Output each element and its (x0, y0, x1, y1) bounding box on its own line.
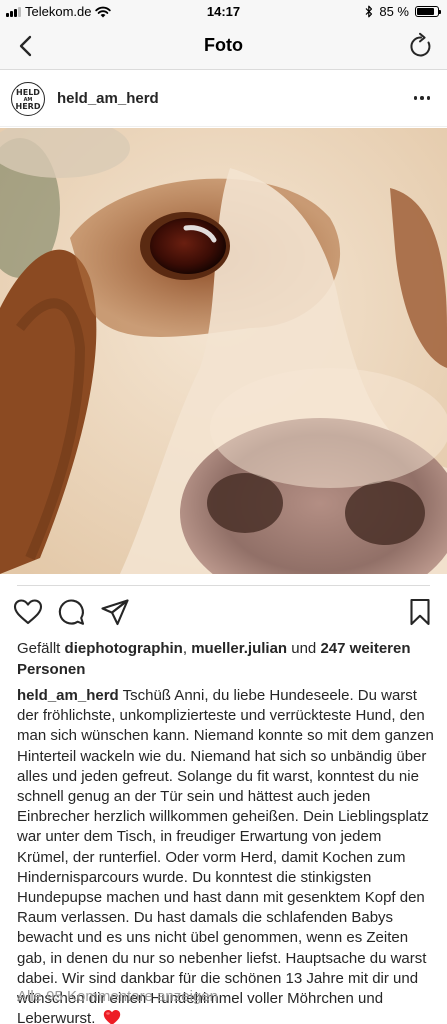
battery-icon (415, 6, 441, 17)
bluetooth-icon (365, 5, 373, 18)
battery-level (417, 8, 434, 15)
paper-plane-icon[interactable] (100, 597, 130, 627)
photo-divider (17, 585, 430, 586)
likes-separator: , (182, 640, 192, 657)
status-right: 85 % (365, 4, 441, 19)
caption-text: Tschüß Anni, du liebe Hundeseele. Du war… (17, 687, 434, 1024)
page-title: Foto (204, 35, 243, 55)
caption-username[interactable]: held_am_herd (17, 687, 119, 704)
post-header: HELD AM HERD held_am_herd (0, 71, 447, 127)
navigation-bar: Foto (0, 22, 447, 70)
status-bar: Telekom.de 14:17 85 % (0, 0, 447, 22)
svg-text:HERD: HERD (16, 102, 41, 111)
liker-link[interactable]: mueller.julian (191, 640, 287, 657)
ellipsis-icon[interactable] (411, 91, 433, 105)
avatar[interactable]: HELD AM HERD (11, 82, 45, 116)
refresh-icon[interactable] (407, 32, 435, 60)
likes-middle: und (287, 640, 321, 657)
post-username[interactable]: held_am_herd (57, 90, 159, 107)
held-am-herd-logo: HELD AM HERD (16, 88, 41, 111)
battery-percent: 85 % (379, 4, 409, 19)
view-all-comments-link[interactable]: Alle 95 Kommentare anzeigen (17, 988, 218, 1005)
liker-link[interactable]: diephotographin (65, 640, 183, 657)
red-heart-emoji-icon (103, 1010, 120, 1024)
likes-summary: Gefällt diephotographin, mueller.julian … (17, 638, 435, 680)
post-actions (0, 597, 447, 629)
heart-icon[interactable] (13, 597, 43, 627)
dog-photo (0, 128, 447, 574)
bookmark-icon[interactable] (405, 597, 435, 627)
comment-icon[interactable] (56, 597, 86, 627)
likes-prefix: Gefällt (17, 640, 65, 657)
post-photo[interactable] (0, 128, 447, 574)
svg-text:HELD: HELD (16, 88, 40, 97)
post-caption: held_am_herd Tschüß Anni, du liebe Hunde… (17, 686, 437, 1024)
